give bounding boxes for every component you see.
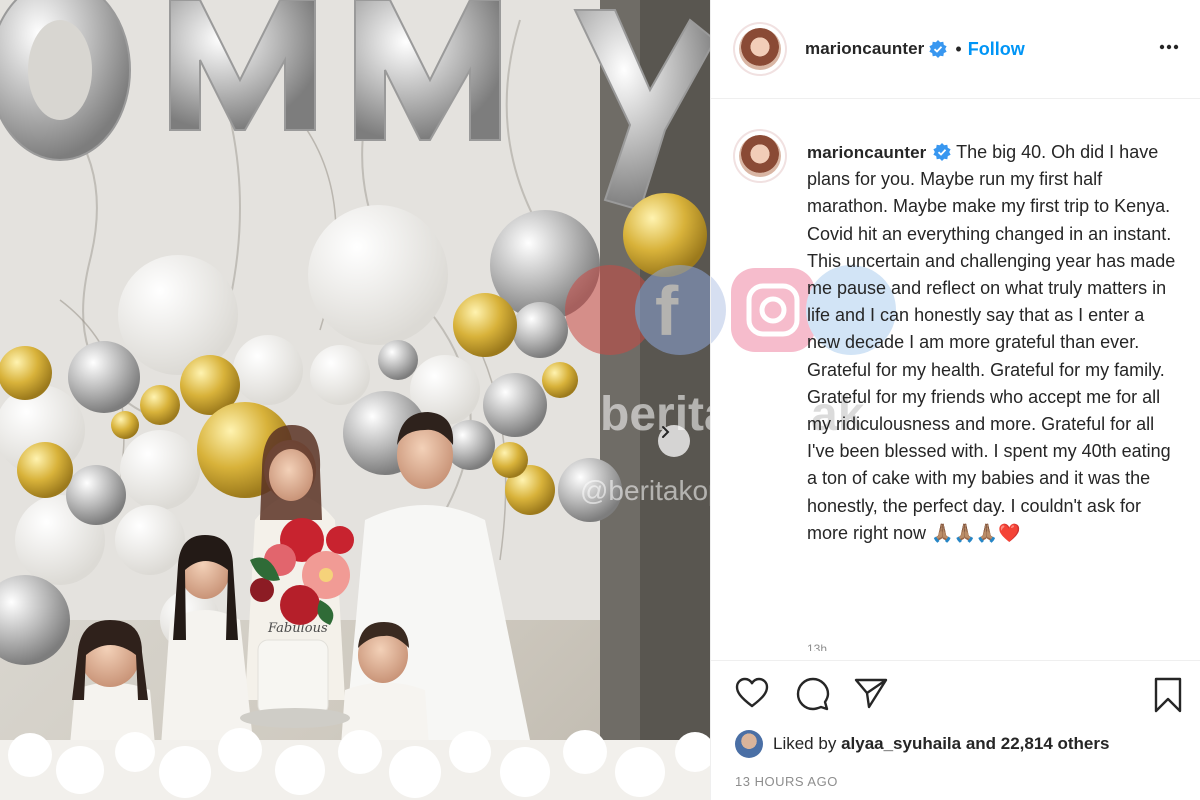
post-timestamp[interactable]: 13 HOURS AGO (735, 774, 838, 789)
caption-section: marioncaunter The big 40. Oh did I have … (711, 99, 1200, 651)
post-sidebar: ak marioncaunter • Follow marioncaunter … (710, 0, 1200, 800)
action-bar (711, 660, 1200, 721)
more-options-icon[interactable] (1157, 35, 1181, 59)
post-photo[interactable]: Fabulous f beritaKopak @berita (0, 0, 710, 800)
caption-text: The big 40. Oh did I have plans for you.… (807, 142, 1176, 543)
svg-text:f: f (655, 272, 679, 350)
liker-username[interactable]: alyaa_syuhaila (841, 734, 961, 754)
share-send-icon[interactable] (854, 677, 888, 709)
caption-age: 13h (807, 642, 828, 651)
caption-body: marioncaunter The big 40. Oh did I have … (807, 139, 1182, 547)
comment-icon[interactable] (796, 677, 830, 711)
verified-badge-icon (929, 40, 947, 58)
bookmark-save-icon[interactable] (1153, 677, 1183, 713)
likes-prefix: Liked by (773, 734, 837, 753)
author-avatar[interactable] (735, 24, 785, 74)
caption-username[interactable]: marioncaunter (807, 143, 926, 162)
separator-dot: • (955, 38, 962, 59)
likes-summary: Liked by alyaa_syuhaila and 22,814 other… (735, 730, 1109, 758)
post-header: marioncaunter • Follow (711, 0, 1200, 99)
watermark-subtext: @beritakopak (580, 475, 710, 506)
liker-avatar[interactable] (735, 730, 763, 758)
verified-badge-icon (933, 143, 951, 161)
carousel-next-button[interactable] (658, 425, 690, 457)
like-heart-icon[interactable] (735, 677, 769, 709)
chevron-right-icon (662, 426, 670, 438)
author-username[interactable]: marioncaunter (805, 39, 924, 59)
party-photo-illustration: Fabulous f beritaKopak @berita (0, 0, 710, 800)
watermark-text: beritaKopak (600, 388, 710, 441)
caption-author-avatar[interactable] (735, 131, 785, 181)
follow-button[interactable]: Follow (968, 39, 1025, 60)
likes-others-link[interactable]: and 22,814 others (966, 734, 1110, 754)
